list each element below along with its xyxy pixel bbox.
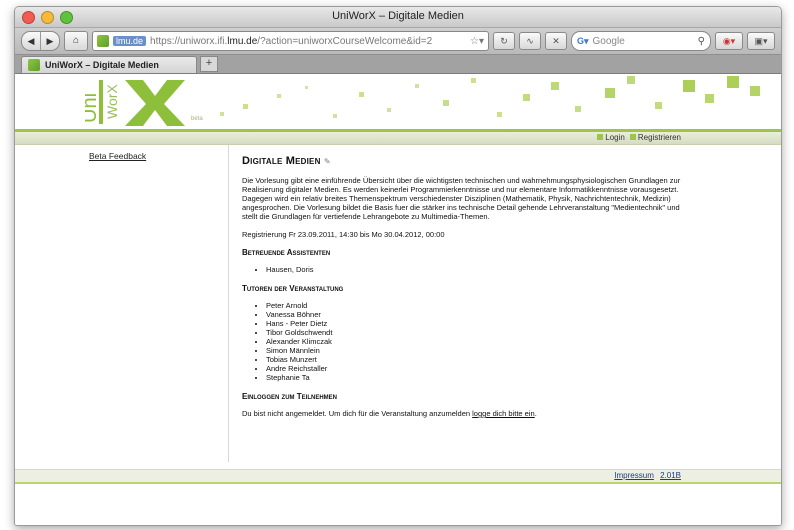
list-item: Stephanie Ta <box>266 373 681 382</box>
assistants-heading: Betreuende Assistenten <box>242 248 331 257</box>
version-link[interactable]: 2.01B <box>660 471 681 480</box>
url-text[interactable]: https://uniworx.ifi.lmu.de/?action=uniwo… <box>150 36 432 47</box>
window-title: UniWorX – Digitale Medien <box>332 10 464 22</box>
decorative-square <box>443 100 449 106</box>
decorative-square <box>750 86 760 96</box>
browser-window: UniWorX – Digitale Medien ◀ ▶ ⌂ lmu.de h… <box>14 6 782 526</box>
course-description: Die Vorlesung gibt eine einführende Über… <box>242 176 681 221</box>
browser-toolbar: ◀ ▶ ⌂ lmu.de https://uniworx.ifi.lmu.de/… <box>15 28 781 55</box>
edit-icon[interactable]: ✎ <box>324 157 331 166</box>
decorative-square <box>551 82 559 90</box>
reload-icon[interactable]: ↻ <box>493 32 515 50</box>
decorative-square <box>655 102 662 109</box>
main-content: Digitale Medien ✎ Die Vorlesung gibt ein… <box>242 145 681 427</box>
content-area: Beta Feedback Digitale Medien ✎ Die Vorl… <box>15 145 781 462</box>
decorative-square <box>415 84 419 88</box>
list-item: Vanessa Böhner <box>266 310 681 319</box>
list-item: Andre Reichstaller <box>266 364 681 373</box>
address-bar[interactable]: lmu.de https://uniworx.ifi.lmu.de/?actio… <box>92 31 489 51</box>
decorative-square <box>627 76 635 84</box>
url-domain-badge: lmu.de <box>113 36 147 46</box>
decorative-square <box>333 114 337 118</box>
site-favicon-icon <box>97 35 109 47</box>
addon-icon[interactable]: ◉▾ <box>715 32 743 50</box>
search-placeholder: Google <box>592 35 625 47</box>
impressum-link[interactable]: Impressum <box>614 471 654 480</box>
stop-icon[interactable]: ✕ <box>545 32 567 50</box>
footer-bar: Impressum 2.01B <box>15 469 781 484</box>
decorative-square <box>305 86 308 89</box>
title-bar: UniWorX – Digitale Medien <box>15 7 781 28</box>
list-item: Simon Männlein <box>266 346 681 355</box>
decorative-square <box>683 80 695 92</box>
decorative-square <box>387 108 391 112</box>
tutors-heading: Tutoren der Veranstaltung <box>242 284 344 293</box>
tab-bar: UniWorX – Digitale Medien + <box>15 55 781 74</box>
site-banner: Uni WorX beta <box>15 74 781 129</box>
tab-title: UniWorX – Digitale Medien <box>45 60 159 70</box>
home-icon[interactable]: ⌂ <box>64 31 88 51</box>
login-link[interactable]: Login <box>597 132 625 144</box>
top-menu-bar: Login Registrieren <box>15 129 781 145</box>
registration-period: Registrierung Fr 23.09.2011, 14:30 bis M… <box>242 230 445 239</box>
list-item: Tobias Munzert <box>266 355 681 364</box>
history-nav: ◀ ▶ <box>21 31 60 51</box>
list-item: Alexander Klimczak <box>266 337 681 346</box>
svg-text:WorX: WorX <box>104 84 120 119</box>
forward-arrow-icon[interactable]: ▶ <box>40 32 59 50</box>
decorative-square <box>277 94 281 98</box>
register-link[interactable]: Registrieren <box>630 132 681 144</box>
decorative-square <box>727 76 739 88</box>
decorative-square <box>605 88 615 98</box>
tutors-list: Peter ArnoldVanessa BöhnerHans - Peter D… <box>242 301 681 382</box>
google-icon: G▾ <box>577 35 589 46</box>
decorative-square <box>243 104 248 109</box>
login-link-inline[interactable]: logge dich bitte ein <box>472 409 535 418</box>
back-arrow-icon[interactable]: ◀ <box>22 32 40 50</box>
rss-icon[interactable]: ∿ <box>519 32 541 50</box>
sidebar: Beta Feedback <box>15 145 229 462</box>
web-page: Uni WorX beta Login Registrieren Beta Fe… <box>15 74 781 525</box>
decorative-strip <box>15 484 781 496</box>
decorative-square <box>497 112 502 117</box>
login-heading: Einloggen zum Teilnehmen <box>242 392 337 401</box>
login-notice: Du bist nicht angemeldet. Um dich für di… <box>242 409 537 418</box>
footer-links: Impressum 2.01B <box>610 470 681 482</box>
list-item: Hans - Peter Dietz <box>266 319 681 328</box>
assistants-list: Hausen, Doris <box>242 265 681 274</box>
tab-favicon-icon <box>28 59 40 71</box>
tab-uniworx[interactable]: UniWorX – Digitale Medien <box>21 56 197 73</box>
decorative-square <box>220 112 224 116</box>
auth-links: Login Registrieren <box>597 132 681 144</box>
new-tab-button[interactable]: + <box>200 56 218 72</box>
decorative-square <box>523 94 530 101</box>
decorative-square <box>471 78 476 83</box>
page-menu-icon[interactable]: ▣▾ <box>747 32 775 50</box>
bookmark-star-icon[interactable]: ☆▾ <box>470 36 484 47</box>
beta-label: beta <box>191 116 203 122</box>
list-item: Tibor Goldschwendt <box>266 328 681 337</box>
search-icon[interactable]: ⚲ <box>698 36 705 47</box>
decorative-square <box>705 94 714 103</box>
beta-feedback-link[interactable]: Beta Feedback <box>89 151 146 161</box>
svg-text:Uni: Uni <box>85 93 101 123</box>
decorative-square <box>575 106 581 112</box>
decorative-square <box>359 92 364 97</box>
list-item: Peter Arnold <box>266 301 681 310</box>
search-input[interactable]: G▾ Google ⚲ <box>571 31 711 51</box>
list-item: Hausen, Doris <box>266 265 681 274</box>
page-title: Digitale Medien ✎ <box>242 155 331 167</box>
